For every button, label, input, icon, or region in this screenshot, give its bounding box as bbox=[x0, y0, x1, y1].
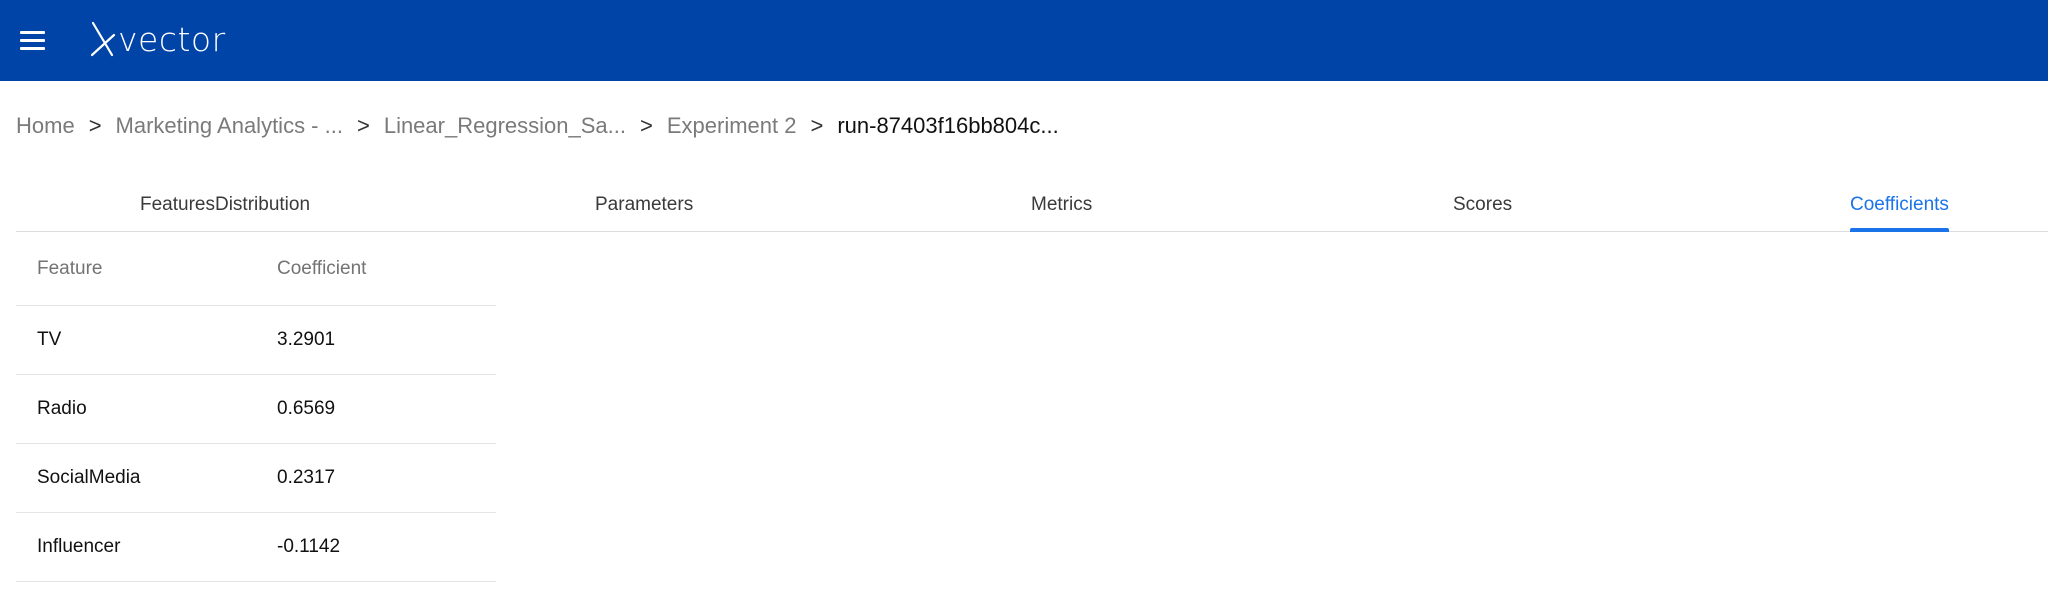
tab-metrics[interactable]: Metrics bbox=[1031, 178, 1092, 231]
column-header-coefficient[interactable]: Coefficient bbox=[256, 258, 496, 280]
breadcrumb-run: run-87403f16bb804c... bbox=[837, 113, 1059, 138]
app-header: vector bbox=[0, 0, 2048, 81]
menu-icon[interactable] bbox=[20, 31, 45, 50]
tab-features-distribution[interactable]: FeaturesDistribution bbox=[140, 178, 310, 231]
table-row: SocialMedia 0.2317 bbox=[16, 444, 496, 513]
table-row: Influencer -0.1142 bbox=[16, 513, 496, 582]
tab-parameters[interactable]: Parameters bbox=[595, 178, 693, 231]
breadcrumb-separator: > bbox=[88, 113, 102, 138]
table-header-row: Feature Coefficient bbox=[16, 232, 496, 306]
breadcrumb-home[interactable]: Home bbox=[16, 113, 75, 139]
breadcrumb: Home > Marketing Analytics - ... > Linea… bbox=[16, 110, 1059, 142]
breadcrumb-separator: > bbox=[639, 113, 653, 138]
feature-cell: Influencer bbox=[37, 536, 121, 557]
coefficient-cell: 3.2901 bbox=[277, 329, 336, 350]
logo-text: vector bbox=[118, 19, 226, 59]
feature-cell: SocialMedia bbox=[37, 467, 141, 488]
breadcrumb-separator: > bbox=[810, 113, 824, 138]
app-logo[interactable]: vector bbox=[90, 16, 226, 62]
coefficients-table: Feature Coefficient TV 3.2901 Radio 0.65… bbox=[16, 232, 496, 582]
feature-cell: Radio bbox=[37, 398, 87, 419]
breadcrumb-separator: > bbox=[356, 113, 370, 138]
breadcrumb-experiment[interactable]: Experiment 2 bbox=[667, 113, 797, 139]
table-row: TV 3.2901 bbox=[16, 306, 496, 375]
tab-coefficients[interactable]: Coefficients bbox=[1850, 178, 1949, 232]
column-header-feature[interactable]: Feature bbox=[16, 258, 256, 280]
coefficient-cell: 0.6569 bbox=[277, 398, 336, 419]
breadcrumb-model[interactable]: Linear_Regression_Sa... bbox=[384, 113, 626, 139]
table-row: Radio 0.6569 bbox=[16, 375, 496, 444]
coefficient-cell: 0.2317 bbox=[277, 467, 336, 488]
breadcrumb-project[interactable]: Marketing Analytics - ... bbox=[116, 113, 343, 139]
tab-scores[interactable]: Scores bbox=[1453, 178, 1512, 231]
tab-bar: FeaturesDistribution Parameters Metrics … bbox=[16, 178, 2048, 232]
coefficient-cell: -0.1142 bbox=[277, 536, 341, 557]
feature-cell: TV bbox=[37, 329, 62, 350]
logo-x-icon bbox=[90, 21, 116, 57]
